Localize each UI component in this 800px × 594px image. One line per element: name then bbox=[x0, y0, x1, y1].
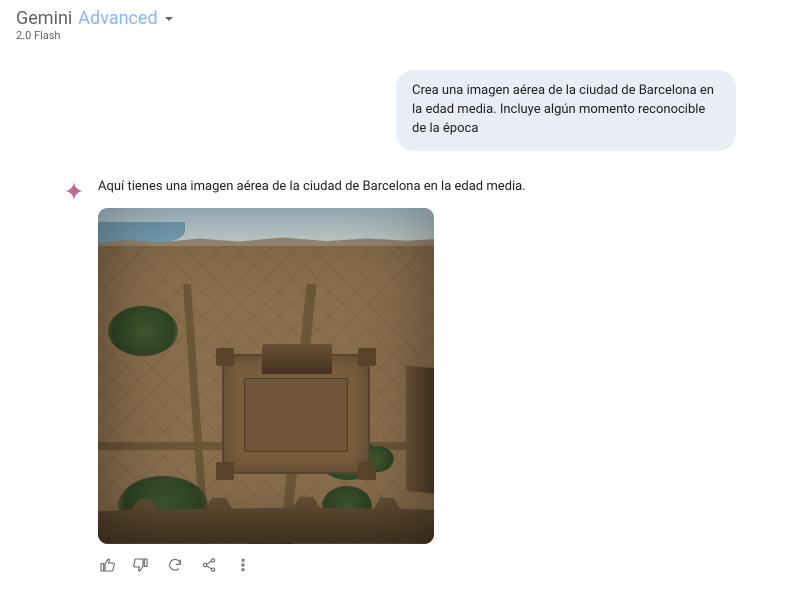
model-selector[interactable]: Gemini Advanced bbox=[16, 8, 174, 29]
share-icon[interactable] bbox=[200, 556, 218, 574]
thumbs-up-icon[interactable] bbox=[98, 556, 116, 574]
assistant-text: Aquí tienes una imagen aérea de la ciuda… bbox=[98, 179, 736, 194]
header: Gemini Advanced 2.0 Flash bbox=[0, 0, 800, 46]
regenerate-icon[interactable] bbox=[166, 556, 184, 574]
thumbs-down-icon[interactable] bbox=[132, 556, 150, 574]
more-icon[interactable] bbox=[234, 556, 252, 574]
brand-label: Gemini bbox=[16, 8, 72, 29]
message-actions bbox=[98, 556, 736, 574]
tier-label: Advanced bbox=[78, 8, 157, 29]
user-message-row: Crea una imagen aérea de la ciudad de Ba… bbox=[64, 70, 736, 151]
gemini-spark-icon bbox=[64, 181, 84, 201]
chat-area: Crea una imagen aérea de la ciudad de Ba… bbox=[0, 46, 800, 574]
assistant-message-row: Aquí tienes una imagen aérea de la ciuda… bbox=[64, 179, 736, 574]
user-message-bubble: Crea una imagen aérea de la ciudad de Ba… bbox=[396, 70, 736, 151]
chevron-down-icon bbox=[164, 9, 174, 28]
generated-image[interactable] bbox=[98, 208, 434, 544]
model-label: 2.0 Flash bbox=[16, 29, 60, 42]
assistant-content: Aquí tienes una imagen aérea de la ciuda… bbox=[98, 179, 736, 574]
